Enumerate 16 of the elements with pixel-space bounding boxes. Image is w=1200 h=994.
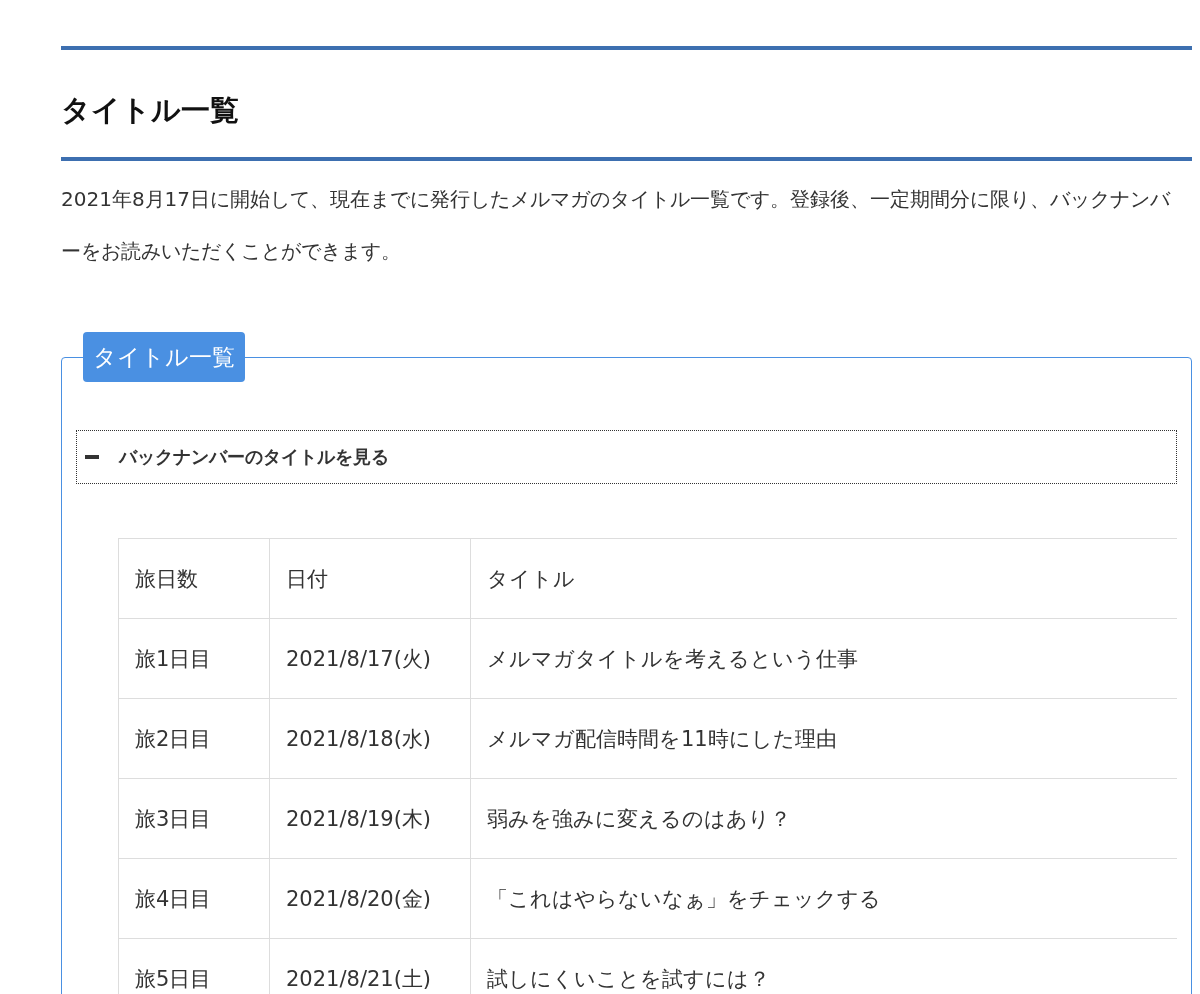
table-cell: 旅4日目: [118, 858, 270, 939]
panel-legend: タイトル一覧: [83, 332, 245, 382]
column-header: タイトル: [470, 538, 1177, 619]
table-cell: 2021/8/17(火): [269, 618, 471, 699]
accordion-toggle[interactable]: バックナンバーのタイトルを見る: [76, 430, 1177, 484]
table-cell: 旅1日目: [118, 618, 270, 699]
column-header: 旅日数: [118, 538, 270, 619]
table-cell: 2021/8/19(木): [269, 778, 471, 859]
table-cell: 旅5日目: [118, 938, 270, 994]
page-heading: タイトル一覧: [61, 92, 240, 129]
column-header: 日付: [269, 538, 471, 619]
table-cell: 旅3日目: [118, 778, 270, 859]
intro-text: 2021年8月17日に開始して、現在までに発行したメルマガのタイトル一覧です。登録後、一定期間分に限り、バックナンバーをお読みいただくことができます。: [61, 186, 1172, 265]
table-cell: 旅2日目: [118, 698, 270, 779]
table-cell: 2021/8/18(水): [269, 698, 471, 779]
table-cell: 2021/8/20(金): [269, 858, 471, 939]
